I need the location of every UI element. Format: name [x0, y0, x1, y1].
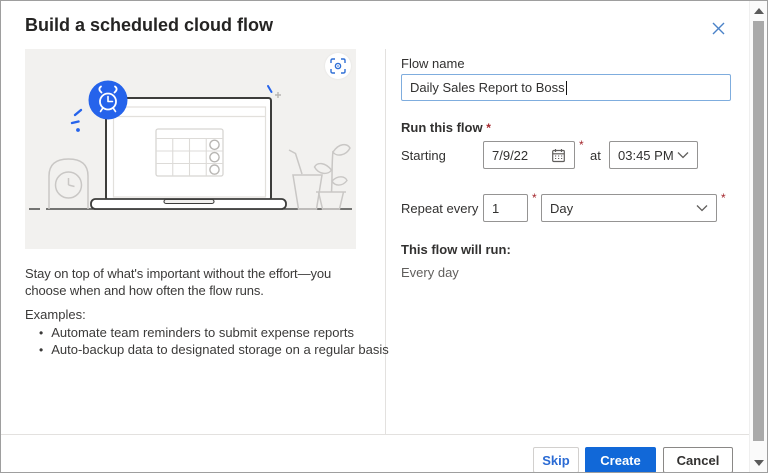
footer-divider	[1, 434, 752, 435]
focus-frame-icon	[330, 58, 346, 74]
scroll-up-icon[interactable]	[754, 8, 764, 14]
start-date-picker[interactable]: 7/9/22	[483, 141, 575, 169]
close-button[interactable]	[707, 17, 729, 39]
starting-label: Starting	[401, 148, 446, 163]
repeat-unit-value: Day	[550, 200, 574, 216]
start-time-value: 03:45 PM	[618, 147, 674, 163]
calendar-icon[interactable]	[551, 148, 566, 163]
illustration-graphic	[29, 80, 352, 210]
run-this-flow-label: Run this flow *	[401, 120, 491, 135]
repeat-interval-value: 1	[492, 200, 500, 216]
flow-summary-value: Every day	[401, 265, 459, 280]
vertical-scrollbar[interactable]	[749, 1, 767, 472]
alarm-clock-icon	[88, 80, 128, 120]
alarm-ring-ticks	[70, 108, 83, 132]
scheduled-flow-illustration	[25, 49, 356, 249]
repeat-every-label: Repeat every	[401, 201, 479, 216]
bullet-icon: •	[39, 343, 44, 357]
close-icon	[712, 22, 725, 35]
flow-name-input[interactable]: Daily Sales Report to Boss	[401, 74, 731, 101]
dialog-title: Build a scheduled cloud flow	[25, 15, 274, 35]
bullet-icon: •	[39, 326, 44, 340]
cancel-button[interactable]: Cancel	[663, 447, 733, 472]
scheduled-cloud-flow-dialog: Build a scheduled cloud flow Stay on top…	[0, 0, 768, 473]
at-label: at	[590, 148, 601, 163]
flow-summary-label: This flow will run:	[401, 242, 511, 257]
flow-name-label: Flow name	[401, 56, 465, 71]
skip-button[interactable]: Skip	[533, 447, 579, 472]
example-item-text: Auto-backup data to designated storage o…	[51, 342, 389, 357]
chevron-down-icon	[696, 204, 708, 212]
repeat-unit-select[interactable]: Day	[541, 194, 717, 222]
flow-name-value: Daily Sales Report to Boss	[410, 80, 565, 95]
screenshot-focus-button[interactable]	[325, 53, 351, 79]
panel-divider	[385, 49, 386, 434]
text-cursor	[565, 80, 567, 95]
required-asterisk: *	[532, 191, 537, 205]
examples-heading: Examples:	[25, 307, 86, 322]
chevron-down-icon	[677, 151, 689, 159]
scroll-down-icon[interactable]	[754, 460, 764, 466]
example-item: • Auto-backup data to designated storage…	[39, 342, 389, 358]
required-asterisk: *	[486, 121, 491, 135]
repeat-interval-input[interactable]: 1	[483, 194, 528, 222]
start-date-value: 7/9/22	[492, 147, 529, 163]
required-asterisk: *	[579, 138, 584, 152]
required-asterisk: *	[721, 191, 726, 205]
example-item: • Automate team reminders to submit expe…	[39, 325, 354, 341]
create-button[interactable]: Create	[585, 447, 656, 472]
scrollbar-thumb[interactable]	[753, 21, 764, 441]
example-item-text: Automate team reminders to submit expens…	[51, 325, 354, 340]
start-time-select[interactable]: 03:45 PM	[609, 141, 698, 169]
description-text: Stay on top of what's important without …	[25, 266, 332, 298]
